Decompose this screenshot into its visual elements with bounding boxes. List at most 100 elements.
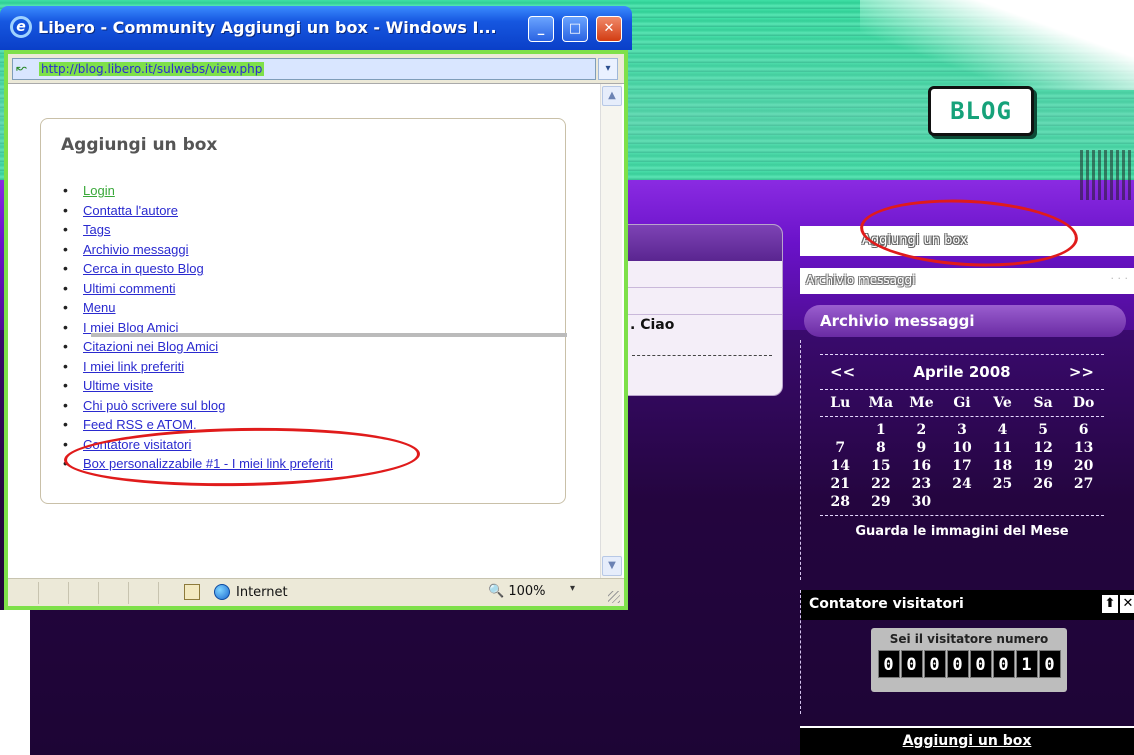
list-item: Login (61, 181, 333, 201)
zoom-dropdown-button[interactable]: ▾ (570, 583, 575, 594)
sidebar-border (800, 340, 801, 580)
box-option-link[interactable]: Menu (83, 300, 116, 315)
calendar-day[interactable]: 26 (1024, 475, 1062, 493)
list-item: Citazioni nei Blog Amici (61, 337, 333, 357)
address-dropdown-button[interactable]: ▾ (598, 58, 618, 80)
calendar-rule (820, 416, 1104, 417)
calendar-footer-link[interactable]: Guarda le immagini del Mese (820, 524, 1104, 539)
zone-label: Internet (236, 584, 288, 600)
box-option-link[interactable]: Cerca in questo Blog (83, 261, 204, 276)
bottom-add-box-link[interactable]: Aggiungi un box (800, 726, 1134, 755)
security-zone[interactable]: Internet (184, 584, 288, 600)
calendar-day[interactable]: 1 (862, 421, 900, 439)
calendar-day[interactable]: 6 (1065, 421, 1103, 439)
calendar-day[interactable]: 10 (943, 439, 981, 457)
calendar-day[interactable]: 14 (821, 457, 859, 475)
box-option-link[interactable]: Ultime visite (83, 378, 153, 393)
maximize-button[interactable]: □ (562, 16, 588, 42)
address-field[interactable]: ↜ http://blog.libero.it/sulwebs/view.php (12, 58, 596, 80)
weekday: Do (1072, 395, 1095, 411)
address-url[interactable]: http://blog.libero.it/sulwebs/view.php (39, 62, 265, 76)
calendar-day[interactable]: 20 (1065, 457, 1103, 475)
calendar: << Aprile 2008 >> Lu Ma Me Gi Ve Sa Do 1… (820, 350, 1104, 539)
calendar-day[interactable] (821, 421, 859, 439)
calendar-week: 7 8 9 10 11 12 13 (820, 439, 1104, 457)
box-option-link[interactable]: I miei link preferiti (83, 359, 184, 374)
weekday: Ma (868, 395, 894, 411)
calendar-day[interactable]: 18 (984, 457, 1022, 475)
calendar-day[interactable]: 15 (862, 457, 900, 475)
counter-digit: 1 (1015, 650, 1038, 678)
calendar-day[interactable]: 30 (902, 493, 940, 511)
calendar-day[interactable]: 16 (902, 457, 940, 475)
calendar-day[interactable]: 4 (984, 421, 1022, 439)
calendar-day[interactable] (1024, 493, 1062, 511)
calendar-prev-button[interactable]: << (830, 363, 855, 381)
calendar-day[interactable]: 5 (1024, 421, 1062, 439)
weekday: Me (909, 395, 934, 411)
list-item: Menu (61, 298, 333, 318)
window-titlebar[interactable]: e Libero - Community Aggiungi un box - W… (0, 6, 632, 50)
list-item: Archivio messaggi (61, 240, 333, 260)
move-up-icon[interactable]: ⬆ (1102, 595, 1118, 613)
close-box-icon[interactable]: ✕ (1120, 595, 1134, 613)
calendar-day[interactable]: 21 (821, 475, 859, 493)
calendar-day[interactable]: 29 (862, 493, 900, 511)
calendar-day[interactable]: 9 (902, 439, 940, 457)
scroll-down-button[interactable]: ▼ (602, 556, 622, 576)
calendar-weeks: 1 2 3 4 5 6 7 8 9 10 11 12 13 14 15 16 17 18 19 20 21 22 23 24 2… (820, 421, 1104, 511)
calendar-day[interactable]: 8 (862, 439, 900, 457)
box-option-link[interactable]: Login (83, 183, 115, 198)
close-window-button[interactable]: ✕ (596, 16, 622, 42)
calendar-rule (820, 515, 1104, 516)
visitor-counter-controls: ⬆ ✕ (1102, 595, 1134, 613)
minimize-button[interactable]: _ (528, 16, 554, 42)
calendar-day[interactable]: 24 (943, 475, 981, 493)
calendar-day[interactable] (943, 493, 981, 511)
status-cell (128, 582, 129, 604)
security-warning-icon[interactable] (184, 584, 200, 600)
scroll-up-button[interactable]: ▲ (602, 86, 622, 106)
counter-digit: 0 (992, 650, 1015, 678)
calendar-day[interactable]: 27 (1065, 475, 1103, 493)
vertical-scrollbar[interactable]: ▲ ▼ (600, 84, 622, 578)
calendar-day[interactable]: 3 (943, 421, 981, 439)
calendar-day[interactable] (1065, 493, 1103, 511)
list-item: Chi può scrivere sul blog (61, 396, 333, 416)
box-option-link[interactable]: Feed RSS e ATOM. (83, 417, 197, 432)
box-option-link[interactable]: Ultimi commenti (83, 281, 175, 296)
calendar-day[interactable]: 23 (902, 475, 940, 493)
box-option-link[interactable]: Tags (83, 222, 110, 237)
sidebar-archive-label[interactable]: Archivio messaggi (806, 273, 916, 287)
calendar-day[interactable]: 13 (1065, 439, 1103, 457)
calendar-day[interactable]: 28 (821, 493, 859, 511)
post-panel-header (626, 225, 782, 261)
counter-digit: 0 (946, 650, 969, 678)
box-option-link[interactable]: Archivio messaggi (83, 242, 189, 257)
box-option-link[interactable]: Citazioni nei Blog Amici (83, 339, 218, 354)
ie-popup-window: e Libero - Community Aggiungi un box - W… (0, 6, 632, 612)
calendar-week: 28 29 30 (820, 493, 1104, 511)
calendar-day[interactable]: 25 (984, 475, 1022, 493)
zoom-level[interactable]: 🔍 100% (488, 584, 546, 599)
calendar-nav: << Aprile 2008 >> (820, 359, 1104, 385)
calendar-day[interactable]: 2 (902, 421, 940, 439)
calendar-month: Aprile 2008 (913, 363, 1011, 381)
calendar-day[interactable]: 22 (862, 475, 900, 493)
banner-corner (860, 0, 1134, 90)
calendar-day[interactable]: 11 (984, 439, 1022, 457)
sidebar-archive-bar[interactable]: Archivio messaggi · · · (800, 268, 1134, 294)
calendar-day[interactable]: 17 (943, 457, 981, 475)
page-icon: ↜ (16, 61, 27, 76)
box-option-link[interactable]: Chi può scrivere sul blog (83, 398, 225, 413)
blog-logo[interactable]: BLOG (928, 86, 1034, 136)
calendar-day[interactable] (984, 493, 1022, 511)
calendar-day[interactable]: 7 (821, 439, 859, 457)
resize-grip-icon[interactable] (608, 591, 620, 603)
visitor-counter-digits: 00000010 (871, 650, 1067, 678)
calendar-day[interactable]: 19 (1024, 457, 1062, 475)
box-option-link[interactable]: Contatta l'autore (83, 203, 178, 218)
calendar-next-button[interactable]: >> (1069, 363, 1094, 381)
status-cell (38, 582, 39, 604)
calendar-day[interactable]: 12 (1024, 439, 1062, 457)
